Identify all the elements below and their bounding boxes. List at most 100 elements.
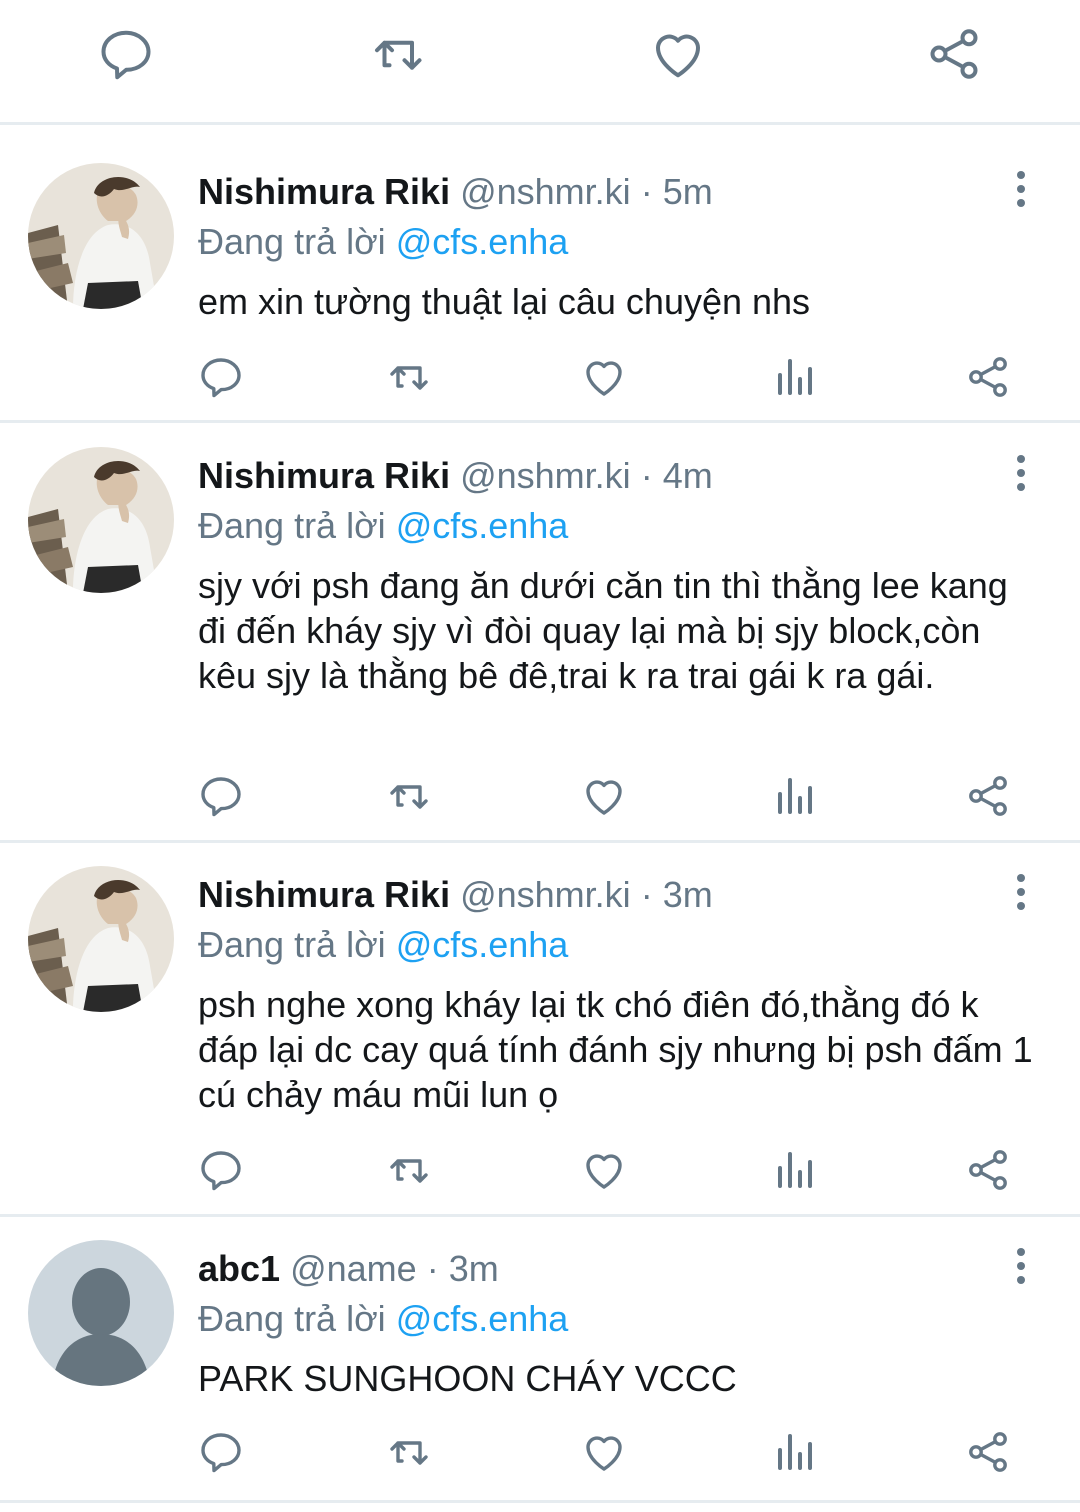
retweet-button[interactable] (388, 1428, 436, 1476)
more-vertical-icon (1006, 1246, 1036, 1286)
share-button[interactable] (964, 772, 1012, 820)
reply-icon (101, 30, 151, 80)
mention-link[interactable]: @cfs.enha (396, 505, 569, 546)
share-button[interactable] (964, 353, 1012, 401)
tweet[interactable]: Nishimura Riki @nshmr.ki · 3m Đang trả l… (0, 828, 1080, 1213)
dot-separator: · (640, 455, 653, 496)
analytics-icon (772, 772, 820, 820)
share-icon (964, 1428, 1012, 1476)
more-vertical-icon (1006, 169, 1036, 209)
timestamp[interactable]: 5m (663, 171, 713, 212)
tweet-text: sjy với psh đang ăn dưới căn tin thì thằ… (198, 565, 1008, 696)
tweet-text: PARK SUNGHOON CHÁY VCCC (198, 1358, 737, 1399)
replying-label: Đang trả lời (198, 221, 396, 262)
mention-link[interactable]: @cfs.enha (396, 924, 569, 965)
avatar[interactable] (28, 866, 174, 1012)
timestamp[interactable]: 3m (449, 1248, 499, 1289)
timestamp[interactable]: 3m (663, 874, 713, 915)
avatar[interactable] (28, 163, 174, 309)
analytics-icon (772, 1146, 820, 1194)
reply-button[interactable] (197, 772, 245, 820)
share-button[interactable] (964, 1428, 1012, 1476)
profile-photo-icon (28, 866, 174, 1012)
analytics-button[interactable] (772, 1428, 820, 1476)
replying-to: Đang trả lời @cfs.enha (198, 1294, 568, 1344)
divider (0, 1500, 1080, 1503)
handle[interactable]: @name (290, 1248, 417, 1289)
dot-separator: · (640, 874, 653, 915)
share-icon (930, 29, 978, 79)
like-button[interactable] (580, 1146, 628, 1194)
tweet-header: Nishimura Riki @nshmr.ki · 4m (198, 451, 713, 501)
replying-to: Đang trả lời @cfs.enha (198, 217, 568, 267)
avatar[interactable] (28, 1240, 174, 1386)
like-button[interactable] (580, 772, 628, 820)
display-name[interactable]: abc1 (198, 1248, 280, 1289)
reply-icon (197, 353, 245, 401)
reply-icon (197, 772, 245, 820)
reply-button[interactable] (197, 1146, 245, 1194)
more-options-button[interactable] (1006, 1246, 1036, 1286)
tweet-text: psh nghe xong kháy lại tk chó điên đó,th… (198, 984, 1033, 1115)
share-button[interactable] (924, 24, 984, 84)
display-name[interactable]: Nishimura Riki (198, 874, 450, 915)
dot-separator: · (640, 171, 653, 212)
reply-icon (197, 1428, 245, 1476)
replying-label: Đang trả lời (198, 924, 396, 965)
avatar[interactable] (28, 447, 174, 593)
more-options-button[interactable] (1006, 453, 1036, 493)
analytics-button[interactable] (772, 353, 820, 401)
handle[interactable]: @nshmr.ki (460, 455, 631, 496)
reply-button[interactable] (197, 353, 245, 401)
like-button[interactable] (648, 24, 708, 84)
like-button[interactable] (580, 353, 628, 401)
reply-button[interactable] (96, 24, 156, 84)
tweet-header: Nishimura Riki @nshmr.ki · 5m (198, 167, 713, 217)
tweet-header: Nishimura Riki @nshmr.ki · 3m (198, 870, 713, 920)
handle[interactable]: @nshmr.ki (460, 874, 631, 915)
reply-button[interactable] (197, 1428, 245, 1476)
default-avatar-icon (28, 1240, 174, 1386)
analytics-button[interactable] (772, 1146, 820, 1194)
retweet-icon (388, 1146, 436, 1194)
dot-separator: · (426, 1248, 439, 1289)
handle[interactable]: @nshmr.ki (460, 171, 631, 212)
share-button[interactable] (964, 1146, 1012, 1194)
analytics-button[interactable] (772, 772, 820, 820)
profile-photo-icon (28, 447, 174, 593)
mention-link[interactable]: @cfs.enha (396, 221, 569, 262)
share-icon (964, 353, 1012, 401)
like-icon (580, 1146, 628, 1194)
like-icon (580, 353, 628, 401)
retweet-button[interactable] (372, 24, 432, 84)
tweet[interactable]: Nishimura Riki @nshmr.ki · 4m Đang trả l… (0, 409, 1080, 839)
display-name[interactable]: Nishimura Riki (198, 455, 450, 496)
retweet-icon (375, 40, 422, 70)
like-icon (656, 34, 700, 78)
display-name[interactable]: Nishimura Riki (198, 171, 450, 212)
replying-to: Đang trả lời @cfs.enha (198, 920, 568, 970)
replying-label: Đang trả lời (198, 505, 396, 546)
retweet-icon (388, 1428, 436, 1476)
tweet-actions (0, 353, 1080, 413)
tweet-actions (0, 772, 1080, 832)
like-button[interactable] (580, 1428, 628, 1476)
tweet[interactable]: Nishimura Riki @nshmr.ki · 5m Đang trả l… (0, 125, 1080, 420)
main-tweet-actions (0, 0, 1080, 122)
retweet-button[interactable] (388, 353, 436, 401)
more-options-button[interactable] (1006, 872, 1036, 912)
like-icon (580, 1428, 628, 1476)
tweet-header: abc1 @name · 3m (198, 1244, 499, 1294)
tweet-actions (0, 1146, 1080, 1206)
retweet-button[interactable] (388, 1146, 436, 1194)
profile-photo-icon (28, 163, 174, 309)
more-options-button[interactable] (1006, 169, 1036, 209)
retweet-icon (388, 772, 436, 820)
tweet[interactable]: abc1 @name · 3m Đang trả lời @cfs.enha P… (0, 1202, 1080, 1500)
mention-link[interactable]: @cfs.enha (396, 1298, 569, 1339)
more-vertical-icon (1006, 453, 1036, 493)
retweet-button[interactable] (388, 772, 436, 820)
like-icon (580, 772, 628, 820)
timestamp[interactable]: 4m (663, 455, 713, 496)
analytics-icon (772, 1428, 820, 1476)
